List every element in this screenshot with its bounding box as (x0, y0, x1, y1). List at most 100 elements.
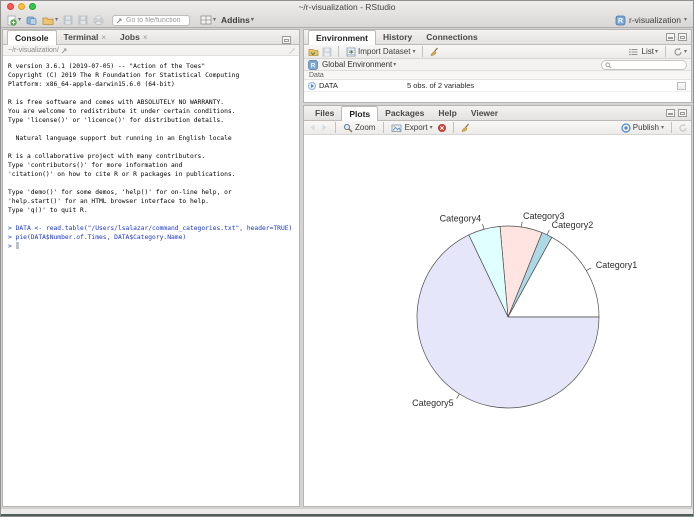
refresh-plot-icon[interactable] (678, 123, 688, 133)
tab-label: Terminal (63, 32, 99, 42)
tab-label: Plots (349, 109, 371, 119)
console-path-bar: ~/r-visualization/ (3, 45, 299, 56)
console-input-line: > DATA <- read.table("/Users/lsalazar/co… (8, 225, 293, 232)
tab-connections[interactable]: Connections (419, 30, 484, 44)
export-icon (391, 123, 402, 133)
expand-object-icon[interactable] (308, 81, 316, 90)
environment-toolbar: Import Dataset ▾ List ▾ ▾ (304, 45, 691, 59)
next-plot-icon[interactable] (320, 123, 329, 132)
titlebar: ~/r-visualization - RStudio (1, 1, 693, 12)
pie-label-category4: Category4 (440, 214, 482, 224)
chevron-down-icon: ▾ (683, 48, 687, 55)
tab-close-icon[interactable]: × (143, 33, 148, 42)
working-directory: ~/r-visualization/ (8, 46, 59, 54)
toolbar-separator (671, 122, 672, 133)
minimize-pane-icon[interactable] (666, 33, 675, 41)
console-output-line: Platform: x86_64-apple-darwin15.6.0 (64-… (8, 81, 175, 88)
chevron-down-icon: ▾ (429, 124, 433, 131)
tab-viewer[interactable]: Viewer (464, 106, 505, 120)
environment-scope-selector[interactable]: Global Environment ▾ (321, 58, 397, 71)
tab-jobs[interactable]: Jobs × (113, 30, 155, 44)
console-input-line: > (8, 242, 299, 251)
pie-label-tick (482, 223, 485, 230)
environment-search-input[interactable] (614, 61, 691, 69)
tab-environment[interactable]: Environment (308, 30, 376, 45)
rstudio-window: ~/r-visualization - RStudio ▾ ▾ Go to fi… (0, 0, 694, 517)
data-section-label: Data (309, 71, 324, 79)
goto-directory-icon[interactable] (61, 47, 68, 54)
addins-menu[interactable]: Addins ▾ (220, 14, 255, 27)
maximize-pane-icon[interactable] (678, 109, 687, 117)
tab-terminal[interactable]: Terminal × (57, 30, 113, 44)
remove-plot-icon[interactable] (437, 123, 447, 133)
save-button[interactable] (62, 14, 74, 27)
pie-label-tick (521, 221, 523, 228)
tab-label: Jobs (120, 32, 140, 42)
plots-tabstrip: Files Plots Packages Help Viewer (304, 106, 691, 121)
save-icon (63, 15, 73, 25)
console-action-icon[interactable] (288, 47, 296, 55)
plot-canvas: Category1 Category2 Category3 Category4 Cate… (304, 135, 691, 505)
console-tabstrip: Console Terminal × Jobs × (3, 30, 299, 45)
maximize-pane-icon[interactable] (678, 33, 687, 41)
tab-label: Help (438, 108, 457, 118)
tab-plots[interactable]: Plots (341, 106, 379, 121)
zoom-plot-button[interactable]: Zoom (342, 121, 377, 134)
pie-label-tick (586, 267, 592, 271)
object-summary: 5 obs. of 2 variables (407, 81, 475, 90)
pie-label-tick (546, 229, 550, 235)
window-chrome: ~/r-visualization - RStudio ▾ ▾ Go to fi… (1, 1, 693, 28)
console-output-line: Type 'demo()' for some demos, 'help()' f… (8, 189, 232, 196)
publish-button[interactable]: Publish ▾ (620, 121, 665, 134)
tab-packages[interactable]: Packages (378, 106, 431, 120)
pie-label-category3: Category3 (523, 211, 565, 221)
console-cursor (15, 242, 19, 249)
console-input-line: > pie(DATA$Number.of.Times, DATA$Categor… (8, 234, 187, 241)
refresh-environment-button[interactable]: ▾ (672, 45, 688, 58)
tab-help[interactable]: Help (431, 106, 463, 120)
tab-close-icon[interactable]: × (101, 33, 106, 42)
save-all-icon (78, 15, 88, 25)
refresh-icon (673, 47, 683, 57)
maximize-pane-icon[interactable] (282, 36, 291, 44)
save-workspace-icon[interactable] (322, 47, 332, 57)
console-output-line: Type 'contributors()' for more informati… (8, 162, 183, 169)
minimize-pane-icon[interactable] (666, 109, 675, 117)
save-all-button[interactable] (77, 14, 89, 27)
print-button[interactable] (92, 14, 105, 27)
clear-all-plots-icon[interactable] (460, 123, 471, 133)
clear-environment-icon[interactable] (429, 47, 440, 57)
load-workspace-icon[interactable] (308, 47, 319, 57)
svg-text:R: R (311, 62, 316, 69)
view-data-grid-icon[interactable] (677, 82, 686, 90)
import-dataset-button[interactable]: Import Dataset ▾ (345, 45, 416, 58)
project-menu[interactable]: R r-visualization ▾ (615, 15, 689, 26)
open-file-button[interactable]: ▾ (41, 14, 59, 27)
list-view-button[interactable]: List ▾ (641, 45, 659, 58)
publish-label: Publish (632, 123, 659, 132)
new-project-button[interactable] (25, 14, 38, 27)
environment-object-row[interactable]: DATA 5 obs. of 2 variables (304, 80, 691, 92)
tab-console[interactable]: Console (7, 30, 57, 45)
publish-icon (621, 122, 631, 133)
toolbar-separator (664, 46, 666, 57)
console-output-line: R version 3.6.1 (2019-07-05) -- "Action … (8, 63, 206, 70)
export-plot-button[interactable]: Export ▾ (390, 121, 433, 134)
object-name: DATA (319, 81, 338, 90)
goto-file-input[interactable] (126, 16, 187, 24)
console-output[interactable]: R version 3.6.1 (2019-07-05) -- "Action … (3, 56, 299, 251)
tab-files[interactable]: Files (308, 106, 341, 120)
goto-file-box[interactable] (112, 14, 191, 26)
environment-searchbox[interactable] (601, 60, 691, 70)
tab-label: Files (315, 108, 335, 118)
plots-toolbar: Zoom Export ▾ Publish ▾ (304, 121, 691, 135)
data-section-header: Data (304, 71, 691, 80)
previous-plot-icon[interactable] (308, 123, 317, 132)
tab-history[interactable]: History (376, 30, 419, 44)
pie-chart: Category1 Category2Category3 Category4 Cate… (412, 211, 637, 409)
plots-pane-buttons (666, 109, 687, 117)
pane-layout-button[interactable]: ▾ (199, 14, 217, 27)
console-output-line: Type 'license()' or 'licence()' for dist… (8, 117, 225, 124)
new-file-button[interactable]: ▾ (5, 14, 22, 27)
